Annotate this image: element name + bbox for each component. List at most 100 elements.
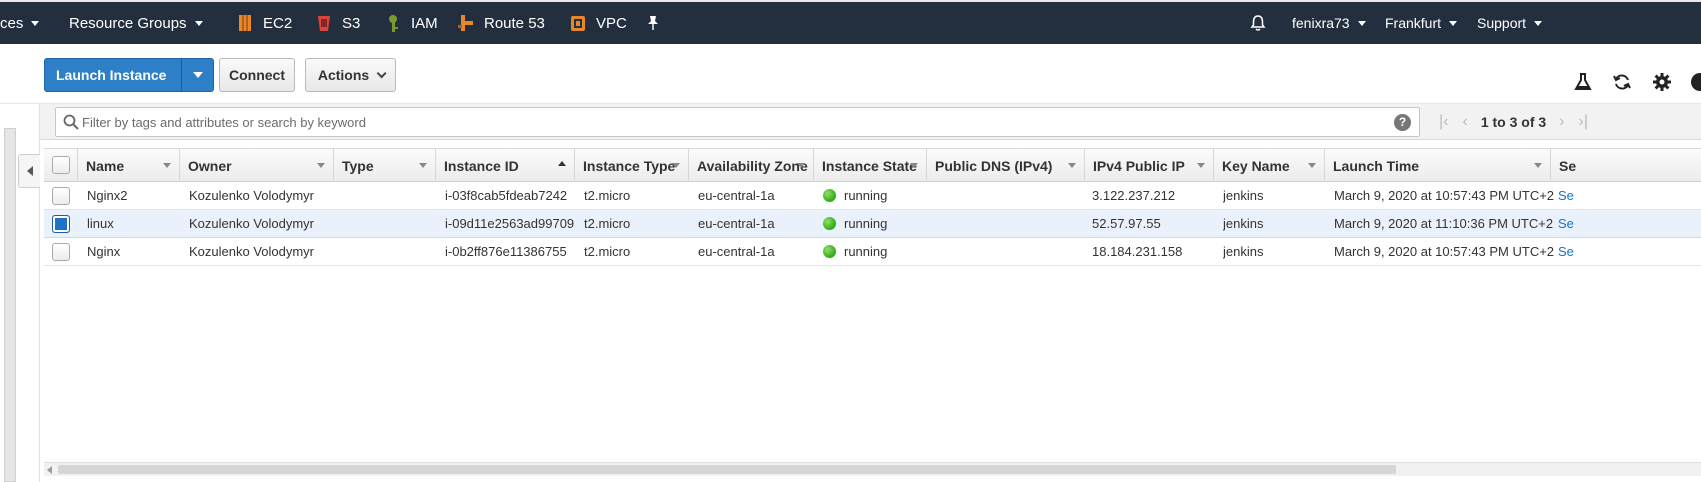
select-all-cell	[44, 149, 78, 182]
sort-icon	[1534, 163, 1542, 168]
region-menu[interactable]: Frankfurt	[1385, 2, 1458, 44]
column-header-ipv4-public-ip[interactable]: IPv4 Public IP	[1085, 149, 1214, 182]
scrollbar-thumb[interactable]	[58, 465, 1396, 474]
column-header-security-groups[interactable]: Se	[1551, 149, 1701, 182]
iam-icon	[389, 15, 398, 32]
collapse-sidebar-button[interactable]	[18, 154, 40, 188]
search-input[interactable]	[82, 112, 1382, 132]
vpc-icon	[571, 16, 585, 31]
top-navigation-bar: ces Resource Groups EC2 S3 IAM Route 53 …	[0, 0, 1701, 44]
row-checkbox[interactable]	[52, 187, 70, 205]
cell-public-ip: 52.57.97.55	[1092, 216, 1161, 231]
shortcut-vpc-label: VPC	[596, 14, 627, 32]
launch-instance-button[interactable]: Launch Instance	[44, 58, 214, 92]
cell-instance-type: t2.micro	[584, 244, 631, 259]
flask-icon[interactable]	[1573, 72, 1593, 92]
vertical-scrollbar[interactable]	[4, 128, 16, 482]
column-header-instance-state[interactable]: Instance State	[814, 149, 927, 182]
cell-launch-time: March 9, 2020 at 11:10:36 PM UTC+2	[1334, 216, 1554, 231]
resource-groups-label: Resource Groups	[69, 14, 187, 32]
chevron-down-icon	[1534, 20, 1543, 26]
cell-name: Nginx	[87, 244, 121, 259]
refresh-icon[interactable]	[1612, 72, 1632, 92]
table-row[interactable]: Nginx Kozulenko Volodymyr i-0b2ff876e113…	[44, 238, 1701, 266]
bell-icon	[1250, 15, 1266, 31]
search-box: ?	[55, 107, 1420, 137]
shortcut-ec2[interactable]: EC2	[236, 2, 292, 44]
table-row[interactable]: linux Kozulenko Volodymyr i-09d11e2563ad…	[44, 210, 1701, 238]
cell-key-name: jenkins	[1223, 188, 1264, 203]
column-header-availability-zone[interactable]: Availability Zone	[689, 149, 814, 182]
actions-button[interactable]: Actions	[305, 58, 396, 92]
column-header-type[interactable]: Type	[334, 149, 436, 182]
resource-groups-menu[interactable]: Resource Groups	[69, 2, 203, 44]
cell-public-ip: 18.184.231.158	[1092, 244, 1183, 259]
filter-help-icon[interactable]: ?	[1394, 114, 1411, 131]
row-checkbox[interactable]	[52, 215, 70, 233]
gear-icon[interactable]	[1652, 72, 1672, 92]
account-menu[interactable]: fenixra73	[1292, 2, 1366, 44]
column-header-owner[interactable]: Owner	[180, 149, 334, 182]
column-header-key-name[interactable]: Key Name	[1214, 149, 1325, 182]
column-header-name[interactable]: Name	[78, 149, 180, 182]
table-header: Name Owner Type Instance ID Instance Typ…	[44, 148, 1701, 182]
connect-label: Connect	[229, 67, 285, 83]
running-status-icon	[823, 189, 836, 202]
state-label: running	[844, 244, 888, 259]
column-header-label: Owner	[188, 157, 232, 174]
cell-public-ip: 3.122.237.212	[1092, 188, 1176, 203]
shortcut-iam[interactable]: IAM	[384, 2, 438, 44]
cell-security-groups-link[interactable]: Se	[1558, 182, 1574, 209]
first-page-icon[interactable]: |‹	[1439, 113, 1448, 131]
column-header-instance-id[interactable]: Instance ID	[436, 149, 575, 182]
row-checkbox[interactable]	[52, 243, 70, 261]
cell-instance-id: i-0b2ff876e11386755	[445, 244, 567, 259]
shortcut-vpc[interactable]: VPC	[569, 2, 627, 44]
notifications[interactable]	[1250, 2, 1266, 44]
cell-instance-state: running	[823, 210, 887, 237]
account-label: fenixra73	[1292, 15, 1350, 31]
last-page-icon[interactable]: ›|	[1579, 113, 1588, 131]
services-menu[interactable]: ces	[0, 2, 40, 44]
cell-security-groups-link[interactable]: Se	[1558, 238, 1574, 265]
sort-icon	[419, 163, 427, 168]
ec2-icon	[239, 15, 251, 31]
column-header-label: Name	[86, 157, 125, 174]
select-all-checkbox[interactable]	[52, 156, 70, 174]
support-menu[interactable]: Support	[1477, 2, 1543, 44]
column-header-public-dns[interactable]: Public DNS (IPv4)	[927, 149, 1085, 182]
column-header-launch-time[interactable]: Launch Time	[1325, 149, 1551, 182]
chevron-down-icon	[1449, 20, 1458, 26]
sort-ascending-icon	[558, 161, 566, 166]
shortcut-s3[interactable]: S3	[315, 2, 360, 44]
cell-instance-id: i-09d11e2563ad99709	[445, 216, 575, 231]
shortcut-iam-label: IAM	[411, 14, 438, 32]
cell-security-groups-link[interactable]: Se	[1558, 210, 1574, 237]
shortcut-route53[interactable]: Route 53	[457, 2, 545, 44]
scroll-left-icon[interactable]	[47, 466, 52, 474]
connect-button[interactable]: Connect	[219, 58, 295, 92]
table-row[interactable]: Nginx2 Kozulenko Volodymyr i-03f8cab5fde…	[44, 182, 1701, 210]
help-icon[interactable]	[1690, 72, 1701, 92]
sort-icon	[163, 163, 171, 168]
column-header-label: IPv4 Public IP	[1093, 157, 1185, 174]
support-label: Support	[1477, 15, 1527, 31]
launch-instance-label: Launch Instance	[56, 67, 167, 83]
column-header-label: Instance ID	[444, 157, 519, 174]
state-label: running	[844, 216, 888, 231]
sort-icon	[910, 163, 918, 168]
launch-instance-dropdown[interactable]	[181, 59, 213, 91]
filter-bar: ? |‹ ‹ 1 to 3 of 3 › ›|	[40, 104, 1701, 140]
route53-icon	[458, 15, 473, 31]
next-page-icon[interactable]: ›	[1559, 113, 1564, 131]
cell-name: linux	[87, 216, 114, 231]
column-header-instance-type[interactable]: Instance Type	[575, 149, 689, 182]
column-header-label: Launch Time	[1333, 157, 1420, 174]
action-toolbar: Launch Instance Connect Actions	[0, 44, 1701, 104]
cell-key-name: jenkins	[1223, 244, 1264, 259]
horizontal-scrollbar[interactable]	[44, 462, 1701, 476]
cell-name: Nginx2	[87, 188, 128, 203]
previous-page-icon[interactable]: ‹	[1462, 113, 1467, 131]
sort-icon	[1197, 163, 1205, 168]
pin-shortcuts[interactable]	[646, 2, 660, 44]
